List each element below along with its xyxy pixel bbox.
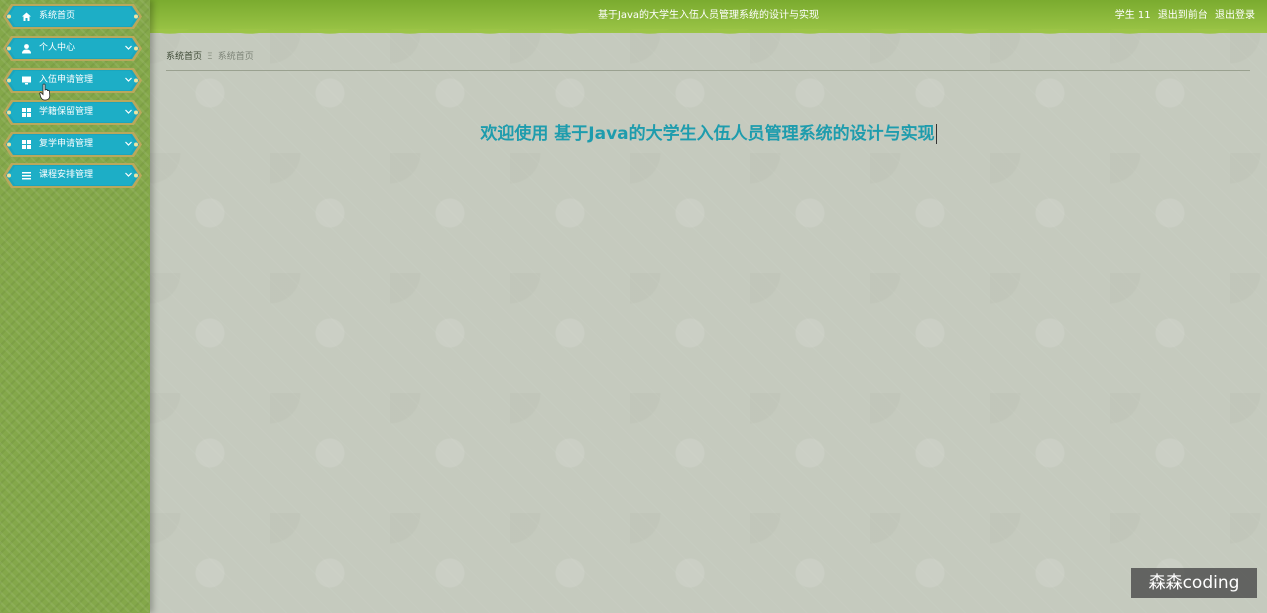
- top-bar: 基于Java的大学生入伍人员管理系统的设计与实现 学生 11 退出到前台 退出登…: [150, 0, 1267, 34]
- text-caret: [935, 124, 937, 144]
- sidebar-item-label: 学籍保留管理: [39, 107, 94, 117]
- sidebar-item-enlistment-application[interactable]: 入伍申请管理: [3, 67, 143, 94]
- chevron-down-icon: [125, 141, 132, 146]
- chevron-down-icon: [125, 109, 132, 114]
- sidebar: 系统首页 个人中心 入伍申请管理 学籍保留管理 复学申请管理 课程安排管理: [0, 0, 150, 613]
- sidebar-item-resumption-application[interactable]: 复学申请管理: [3, 131, 143, 158]
- breadcrumb: 系统首页 Ξ 系统首页: [166, 51, 254, 63]
- logout-link[interactable]: 退出登录: [1215, 10, 1255, 21]
- top-bar-actions: 学生 11 退出到前台 退出登录: [1111, 9, 1255, 22]
- sidebar-item-course-schedule[interactable]: 课程安排管理: [3, 162, 143, 189]
- sidebar-item-label: 课程安排管理: [39, 170, 94, 180]
- sidebar-item-label: 个人中心: [39, 43, 76, 53]
- sidebar-item-label: 复学申请管理: [39, 139, 94, 149]
- chevron-down-icon: [125, 45, 132, 50]
- breadcrumb-divider: [166, 70, 1250, 71]
- list-icon: [20, 169, 33, 182]
- chevron-down-icon: [125, 172, 132, 177]
- chevron-down-icon: [125, 77, 132, 82]
- grid-icon: [20, 138, 33, 151]
- sidebar-item-home[interactable]: 系统首页: [3, 3, 143, 30]
- grid-icon: [20, 106, 33, 119]
- back-to-front-link[interactable]: 退出到前台: [1158, 10, 1208, 21]
- breadcrumb-current: 系统首页: [217, 52, 254, 62]
- home-icon: [20, 10, 33, 23]
- welcome-heading: 欢迎使用 基于Java的大学生入伍人员管理系统的设计与实现: [150, 122, 1267, 146]
- hand-cursor-icon: [39, 83, 51, 101]
- monitor-icon: [20, 74, 33, 87]
- user-icon: [20, 42, 33, 55]
- top-bar-wave-edge: [150, 29, 1267, 34]
- welcome-text: 欢迎使用 基于Java的大学生入伍人员管理系统的设计与实现: [480, 124, 935, 144]
- watermark: 森森coding: [1131, 568, 1257, 598]
- breadcrumb-separator: Ξ: [207, 52, 213, 62]
- current-user: 学生 11: [1114, 10, 1151, 21]
- sidebar-item-personal-center[interactable]: 个人中心: [3, 35, 143, 62]
- sidebar-item-enrollment-retention[interactable]: 学籍保留管理: [3, 99, 143, 126]
- sidebar-item-label: 系统首页: [39, 11, 76, 21]
- main-content: 系统首页 Ξ 系统首页 欢迎使用 基于Java的大学生入伍人员管理系统的设计与实现: [150, 33, 1267, 613]
- breadcrumb-home[interactable]: 系统首页: [166, 52, 202, 62]
- app-title: 基于Java的大学生入伍人员管理系统的设计与实现: [597, 10, 820, 21]
